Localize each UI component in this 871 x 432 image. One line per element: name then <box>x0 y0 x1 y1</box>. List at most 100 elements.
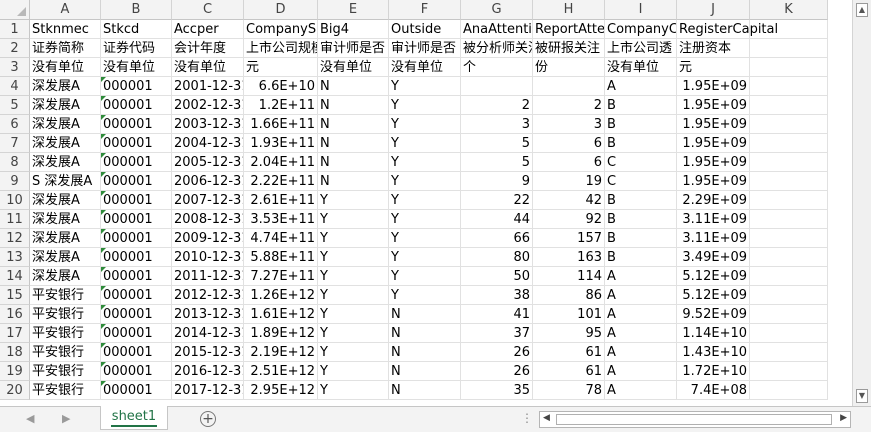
table-cell[interactable]: 2.51E+12 <box>244 362 318 381</box>
table-cell[interactable]: 1.95E+09 <box>677 96 750 115</box>
table-cell[interactable]: 000001 <box>101 305 172 324</box>
table-cell[interactable]: 61 <box>533 343 605 362</box>
table-cell[interactable]: Y <box>389 77 461 96</box>
table-cell[interactable]: 1.43E+10 <box>677 343 750 362</box>
table-cell[interactable]: 2011-12-31 <box>172 267 244 286</box>
table-cell[interactable]: 2008-12-31 <box>172 210 244 229</box>
table-cell[interactable]: 没有单位 <box>318 58 389 77</box>
table-cell[interactable]: Y <box>389 286 461 305</box>
next-sheet-arrow-icon[interactable]: ▶ <box>62 412 70 425</box>
scroll-up-button[interactable]: ▲ <box>856 3 868 17</box>
table-cell[interactable]: 42 <box>533 191 605 210</box>
table-cell[interactable]: N <box>389 362 461 381</box>
table-cell[interactable]: 深发展A <box>30 210 101 229</box>
table-cell[interactable]: 3.11E+09 <box>677 229 750 248</box>
table-cell[interactable]: Y <box>318 248 389 267</box>
table-cell[interactable] <box>750 324 828 343</box>
table-cell[interactable]: 2010-12-31 <box>172 248 244 267</box>
table-cell[interactable]: Y <box>389 96 461 115</box>
table-cell[interactable]: 被研报关注 <box>533 39 605 58</box>
table-cell[interactable]: B <box>605 248 677 267</box>
table-cell[interactable]: 2.95E+12 <box>244 381 318 400</box>
table-cell[interactable]: 35 <box>461 381 533 400</box>
add-sheet-icon[interactable]: + <box>200 411 216 427</box>
table-cell[interactable]: Big4 <box>318 20 389 39</box>
table-cell[interactable]: 3 <box>461 115 533 134</box>
table-cell[interactable]: 000001 <box>101 210 172 229</box>
table-cell[interactable]: 没有单位 <box>605 58 677 77</box>
table-cell[interactable]: Y <box>389 134 461 153</box>
table-cell[interactable] <box>750 39 828 58</box>
scrollbar-splitter-icon[interactable]: ⋮ <box>521 411 534 425</box>
table-cell[interactable]: 2015-12-31 <box>172 343 244 362</box>
table-cell[interactable]: N <box>318 115 389 134</box>
table-cell[interactable]: 41 <box>461 305 533 324</box>
table-cell[interactable]: 86 <box>533 286 605 305</box>
table-cell[interactable]: 上市公司透 <box>605 39 677 58</box>
table-cell[interactable]: 平安银行 <box>30 362 101 381</box>
table-cell[interactable]: Y <box>389 229 461 248</box>
table-cell[interactable]: Y <box>318 267 389 286</box>
table-cell[interactable]: 44 <box>461 210 533 229</box>
table-cell[interactable]: 深发展A <box>30 229 101 248</box>
table-cell[interactable] <box>750 286 828 305</box>
table-cell[interactable]: Y <box>318 324 389 343</box>
table-cell[interactable]: 1.14E+10 <box>677 324 750 343</box>
table-cell[interactable]: 2004-12-31 <box>172 134 244 153</box>
table-cell[interactable]: B <box>605 96 677 115</box>
column-header-k[interactable]: K <box>750 0 828 20</box>
table-cell[interactable]: N <box>318 172 389 191</box>
table-cell[interactable]: 1.66E+11 <box>244 115 318 134</box>
scrollbar-thumb[interactable] <box>556 414 832 425</box>
table-cell[interactable]: 50 <box>461 267 533 286</box>
table-cell[interactable]: 80 <box>461 248 533 267</box>
table-cell[interactable]: 个 <box>461 58 533 77</box>
table-cell[interactable]: 000001 <box>101 267 172 286</box>
table-cell[interactable]: 2 <box>461 96 533 115</box>
column-header-e[interactable]: E <box>318 0 389 20</box>
table-cell[interactable]: 2016-12-31 <box>172 362 244 381</box>
table-cell[interactable]: 2.29E+09 <box>677 191 750 210</box>
row-header[interactable]: 5 <box>0 96 30 115</box>
table-cell[interactable]: 000001 <box>101 343 172 362</box>
table-cell[interactable]: 3.49E+09 <box>677 248 750 267</box>
table-cell[interactable]: 2012-12-31 <box>172 286 244 305</box>
table-cell[interactable]: 1.89E+12 <box>244 324 318 343</box>
table-cell[interactable]: 6 <box>533 134 605 153</box>
table-cell[interactable]: C <box>605 153 677 172</box>
row-header[interactable]: 9 <box>0 172 30 191</box>
table-cell[interactable]: 114 <box>533 267 605 286</box>
table-cell[interactable]: 平安银行 <box>30 286 101 305</box>
table-cell[interactable]: 000001 <box>101 134 172 153</box>
table-cell[interactable]: 5.12E+09 <box>677 286 750 305</box>
table-cell[interactable]: 19 <box>533 172 605 191</box>
table-cell[interactable]: 深发展A <box>30 191 101 210</box>
table-cell[interactable]: A <box>605 77 677 96</box>
row-header[interactable]: 14 <box>0 267 30 286</box>
table-cell[interactable]: A <box>605 305 677 324</box>
scroll-left-button[interactable]: ◀ <box>543 413 550 423</box>
row-header[interactable]: 19 <box>0 362 30 381</box>
row-header[interactable]: 17 <box>0 324 30 343</box>
table-cell[interactable]: CompanyC <box>605 20 677 39</box>
table-cell[interactable]: B <box>605 134 677 153</box>
table-cell[interactable]: 000001 <box>101 153 172 172</box>
table-cell[interactable] <box>750 343 828 362</box>
table-cell[interactable]: 深发展A <box>30 153 101 172</box>
table-cell[interactable]: 3.11E+09 <box>677 210 750 229</box>
table-cell[interactable]: 3.53E+11 <box>244 210 318 229</box>
table-cell[interactable] <box>750 267 828 286</box>
vertical-scrollbar[interactable]: ▲ ▼ <box>852 0 871 406</box>
table-cell[interactable] <box>750 362 828 381</box>
table-cell[interactable]: 深发展A <box>30 267 101 286</box>
table-cell[interactable]: 66 <box>461 229 533 248</box>
table-cell[interactable] <box>750 58 828 77</box>
row-header[interactable]: 20 <box>0 381 30 400</box>
table-cell[interactable]: 37 <box>461 324 533 343</box>
table-cell[interactable]: 1.95E+09 <box>677 115 750 134</box>
table-cell[interactable]: 份 <box>533 58 605 77</box>
table-cell[interactable] <box>750 248 828 267</box>
table-cell[interactable]: 深发展A <box>30 248 101 267</box>
table-cell[interactable]: C <box>605 172 677 191</box>
table-cell[interactable]: 2002-12-31 <box>172 96 244 115</box>
